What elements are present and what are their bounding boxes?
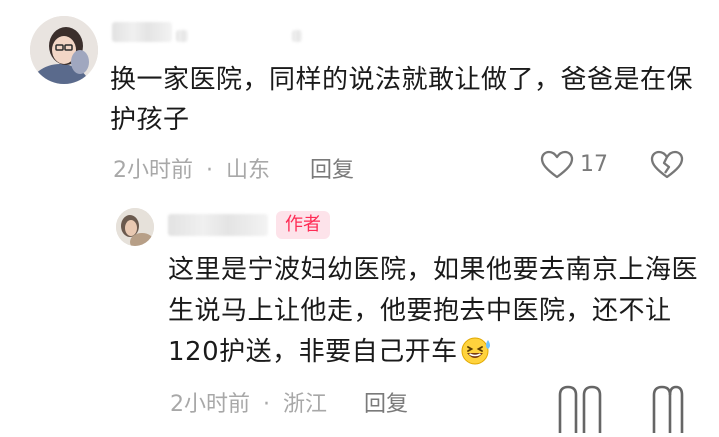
commenter-name-blurred-2 (176, 30, 188, 42)
laughing-sweat-emoji-icon (460, 336, 494, 379)
reply-time: 2小时前 (170, 392, 250, 417)
comment-time: 2小时前 (113, 158, 193, 183)
meta-separator: · (206, 158, 213, 183)
dislike-button-2[interactable] (650, 383, 684, 437)
heart-outline-icon (558, 385, 602, 433)
comment-text: 换一家医院，同样的说法就敢让做了，爸爸是在保护孩子 (110, 65, 694, 135)
reply-meta: 2小时前 · 浙江 (170, 386, 327, 418)
reply-location: 浙江 (283, 392, 328, 417)
heart-outline-icon (540, 150, 574, 179)
broken-heart-icon (650, 150, 684, 179)
comment-location: 山东 (226, 158, 271, 183)
reply-button-2[interactable]: 回复 (364, 386, 408, 418)
author-badge: 作者 (276, 211, 330, 239)
commenter-avatar[interactable] (30, 16, 98, 84)
reply-text-body: 这里是宁波妇幼医院，如果他要去南京上海医生说马上让他走，他要抱去中医院，还不让1… (168, 255, 699, 367)
reply-button[interactable]: 回复 (310, 152, 354, 184)
commenter-name-blurred-3 (292, 30, 302, 42)
commenter-name-blurred[interactable] (112, 22, 172, 42)
like-button-2[interactable] (556, 383, 610, 437)
author-name-blurred[interactable] (168, 214, 268, 236)
reply-text: 这里是宁波妇幼医院，如果他要去南京上海医生说马上让他走，他要抱去中医院，还不让1… (168, 250, 708, 379)
dislike-button[interactable] (650, 150, 684, 184)
broken-heart-icon (652, 385, 684, 433)
like-count: 17 (580, 152, 608, 177)
comment-meta: 2小时前 · 山东 (113, 152, 270, 184)
like-button[interactable] (540, 150, 574, 184)
author-avatar[interactable] (116, 208, 154, 246)
meta-separator: · (263, 392, 270, 417)
